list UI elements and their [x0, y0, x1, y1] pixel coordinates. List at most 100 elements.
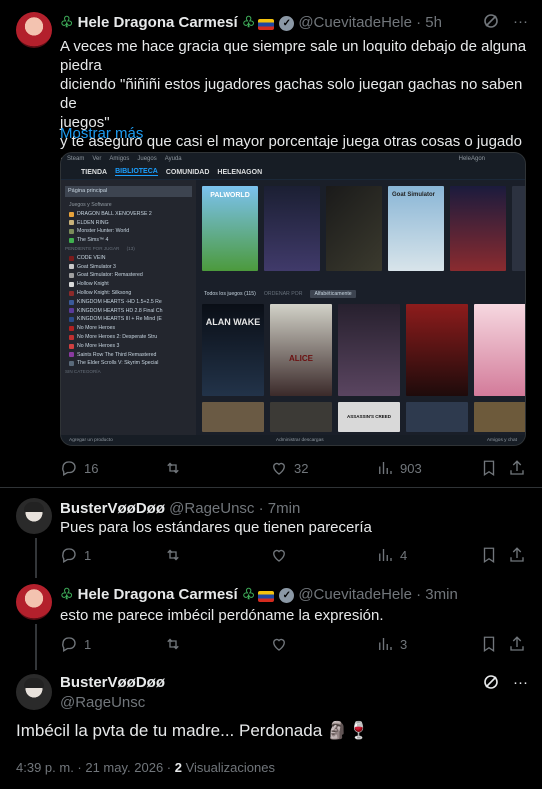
game-tile[interactable] — [512, 186, 525, 271]
like-button[interactable]: 32 — [270, 459, 308, 477]
steam-menu-item[interactable]: Amigos — [109, 156, 129, 162]
sort-dropdown[interactable]: Alfabéticamente — [310, 290, 356, 298]
display-name[interactable]: BusterVøøDøø — [60, 500, 165, 518]
manage-downloads-button[interactable]: Administrar descargas — [276, 438, 324, 443]
steam-menu-item[interactable]: Juegos — [137, 156, 156, 162]
like-button[interactable] — [270, 635, 288, 653]
steam-game-item[interactable]: KINGDOM HEARTS HD 2.8 Final Ch — [61, 307, 196, 316]
handle[interactable]: @CuevitadeHele — [298, 586, 412, 604]
game-tile[interactable]: ALAN WAKE — [202, 304, 264, 396]
game-tile[interactable] — [474, 304, 525, 396]
steam-tab-profile[interactable]: HELENAGON — [217, 169, 262, 176]
steam-game-item[interactable]: ELDEN RING — [61, 219, 196, 228]
steam-game-label: Hollow Knight — [77, 281, 109, 288]
bookmark-button[interactable] — [480, 635, 498, 653]
show-more-link[interactable]: Mostrar más — [60, 125, 143, 142]
attached-image[interactable]: Steam Ver Amigos Juegos Ayuda HeleAgon T… — [60, 152, 526, 446]
all-games-label[interactable]: Todos los juegos — [204, 291, 243, 297]
steam-category-header[interactable]: SIN CATEGORÍA — [61, 368, 196, 377]
timestamp[interactable]: 3min — [425, 586, 458, 604]
timestamp[interactable]: 7min — [268, 500, 301, 518]
steam-menu-item[interactable]: Ver — [92, 156, 101, 162]
views-button[interactable]: 3 — [376, 635, 407, 653]
share-button[interactable] — [508, 546, 526, 564]
steam-filter[interactable]: Juegos y Software — [61, 201, 196, 210]
view-count: 2 — [174, 760, 182, 775]
steam-tab-community[interactable]: COMUNIDAD — [166, 169, 210, 176]
game-tile[interactable]: ALICE — [270, 304, 332, 396]
game-tile[interactable] — [270, 402, 332, 432]
grok-icon[interactable] — [483, 674, 499, 690]
thread-line — [35, 538, 37, 578]
steam-game-item[interactable]: Monster Hunter: World — [61, 227, 196, 236]
handle[interactable]: @RageUnsc — [169, 500, 254, 518]
steam-game-item[interactable]: No More Heroes — [61, 324, 196, 333]
steam-game-item[interactable]: Hollow Knight: Silksong — [61, 289, 196, 298]
steam-game-item[interactable]: No More Heroes 2: Desperate Stru — [61, 333, 196, 342]
steam-tab-library[interactable]: BIBLIOTECA — [115, 168, 158, 176]
post-timestamp[interactable]: 4:39 p. m. · 21 may. 2026 · — [16, 760, 175, 775]
retweet-button[interactable] — [164, 546, 182, 564]
steam-username[interactable]: HeleAgon — [459, 156, 485, 162]
views-button[interactable]: 903 — [376, 459, 422, 477]
steam-game-item[interactable]: KINGDOM HEARTS -HD 1.5+2.5 Re — [61, 298, 196, 307]
steam-game-item[interactable]: Hollow Knight — [61, 280, 196, 289]
game-tile[interactable]: ASSASSIN'S CREED — [338, 402, 400, 432]
game-tile[interactable] — [450, 186, 506, 271]
steam-menu-item[interactable]: Ayuda — [165, 156, 182, 162]
steam-game-item[interactable]: The Elder Scrolls V: Skyrim Special — [61, 359, 196, 368]
game-tile[interactable] — [264, 186, 320, 271]
steam-game-item[interactable]: CODE VEIN — [61, 254, 196, 263]
retweet-button[interactable] — [164, 635, 182, 653]
like-button[interactable] — [270, 546, 288, 564]
share-button[interactable] — [508, 635, 526, 653]
add-product-button[interactable]: Agregar un producto — [69, 438, 113, 443]
bookmark-icon — [483, 636, 495, 653]
grok-icon[interactable] — [483, 13, 499, 29]
avatar[interactable] — [16, 584, 52, 620]
handle[interactable]: @RageUnsc — [60, 694, 145, 712]
steam-pending-header[interactable]: PENDIENTE POR JUGAR (13) — [61, 245, 196, 254]
steam-menu-item[interactable]: Steam — [67, 156, 84, 162]
venezuela-flag-icon — [258, 590, 275, 602]
display-name[interactable]: BusterVøøDøø — [60, 674, 165, 692]
steam-game-item[interactable]: Saints Row The Third Remastered — [61, 351, 196, 360]
handle[interactable]: @CuevitadeHele — [298, 14, 412, 32]
game-tile[interactable] — [406, 402, 468, 432]
steam-status-bar: Agregar un producto Administrar descarga… — [61, 435, 525, 445]
steam-sidebar: Página principal Juegos y Software DRAGO… — [61, 180, 196, 435]
game-tile[interactable] — [326, 186, 382, 271]
avatar[interactable] — [16, 498, 52, 534]
steam-game-item[interactable]: Goat Simulator: Remastered — [61, 271, 196, 280]
reply-button[interactable]: 1 — [60, 546, 91, 564]
steam-game-item[interactable]: No More Heroes 3 — [61, 342, 196, 351]
game-tile[interactable] — [406, 304, 468, 396]
share-button[interactable] — [508, 459, 526, 477]
steam-game-item[interactable]: KINGDOM HEARTS III + Re Mind (E — [61, 315, 196, 324]
steam-home-link[interactable]: Página principal — [65, 186, 192, 197]
more-options-icon[interactable]: ··· — [513, 13, 528, 30]
views-button[interactable]: 4 — [376, 546, 407, 564]
steam-tab-store[interactable]: TIENDA — [81, 169, 107, 176]
timestamp[interactable]: 5h — [425, 14, 442, 32]
steam-game-item[interactable]: The Sims™ 4 — [61, 236, 196, 245]
game-tile[interactable] — [202, 402, 264, 432]
game-tile[interactable]: Goat Simulator — [388, 186, 444, 271]
reply-button[interactable]: 16 — [60, 459, 98, 477]
steam-game-item[interactable]: DRAGON BALL XENOVERSE 2 — [61, 210, 196, 219]
friends-chat-button[interactable]: Amigos y chat — [487, 438, 517, 443]
game-tile[interactable] — [474, 402, 525, 432]
display-name[interactable]: Hele Dragona Carmesí — [78, 586, 238, 604]
bookmark-button[interactable] — [480, 546, 498, 564]
more-options-icon[interactable]: ··· — [513, 674, 528, 691]
display-name[interactable]: Hele Dragona Carmesí — [78, 14, 238, 32]
bookmark-button[interactable] — [480, 459, 498, 477]
reply-button[interactable]: 1 — [60, 635, 91, 653]
avatar[interactable] — [16, 674, 52, 710]
game-tile[interactable] — [338, 304, 400, 396]
game-tile[interactable]: PALWORLD — [202, 186, 258, 271]
steam-game-item[interactable]: Goat Simulator 3 — [61, 263, 196, 272]
avatar[interactable] — [16, 12, 52, 48]
retweet-button[interactable] — [164, 459, 182, 477]
game-icon — [69, 273, 74, 279]
